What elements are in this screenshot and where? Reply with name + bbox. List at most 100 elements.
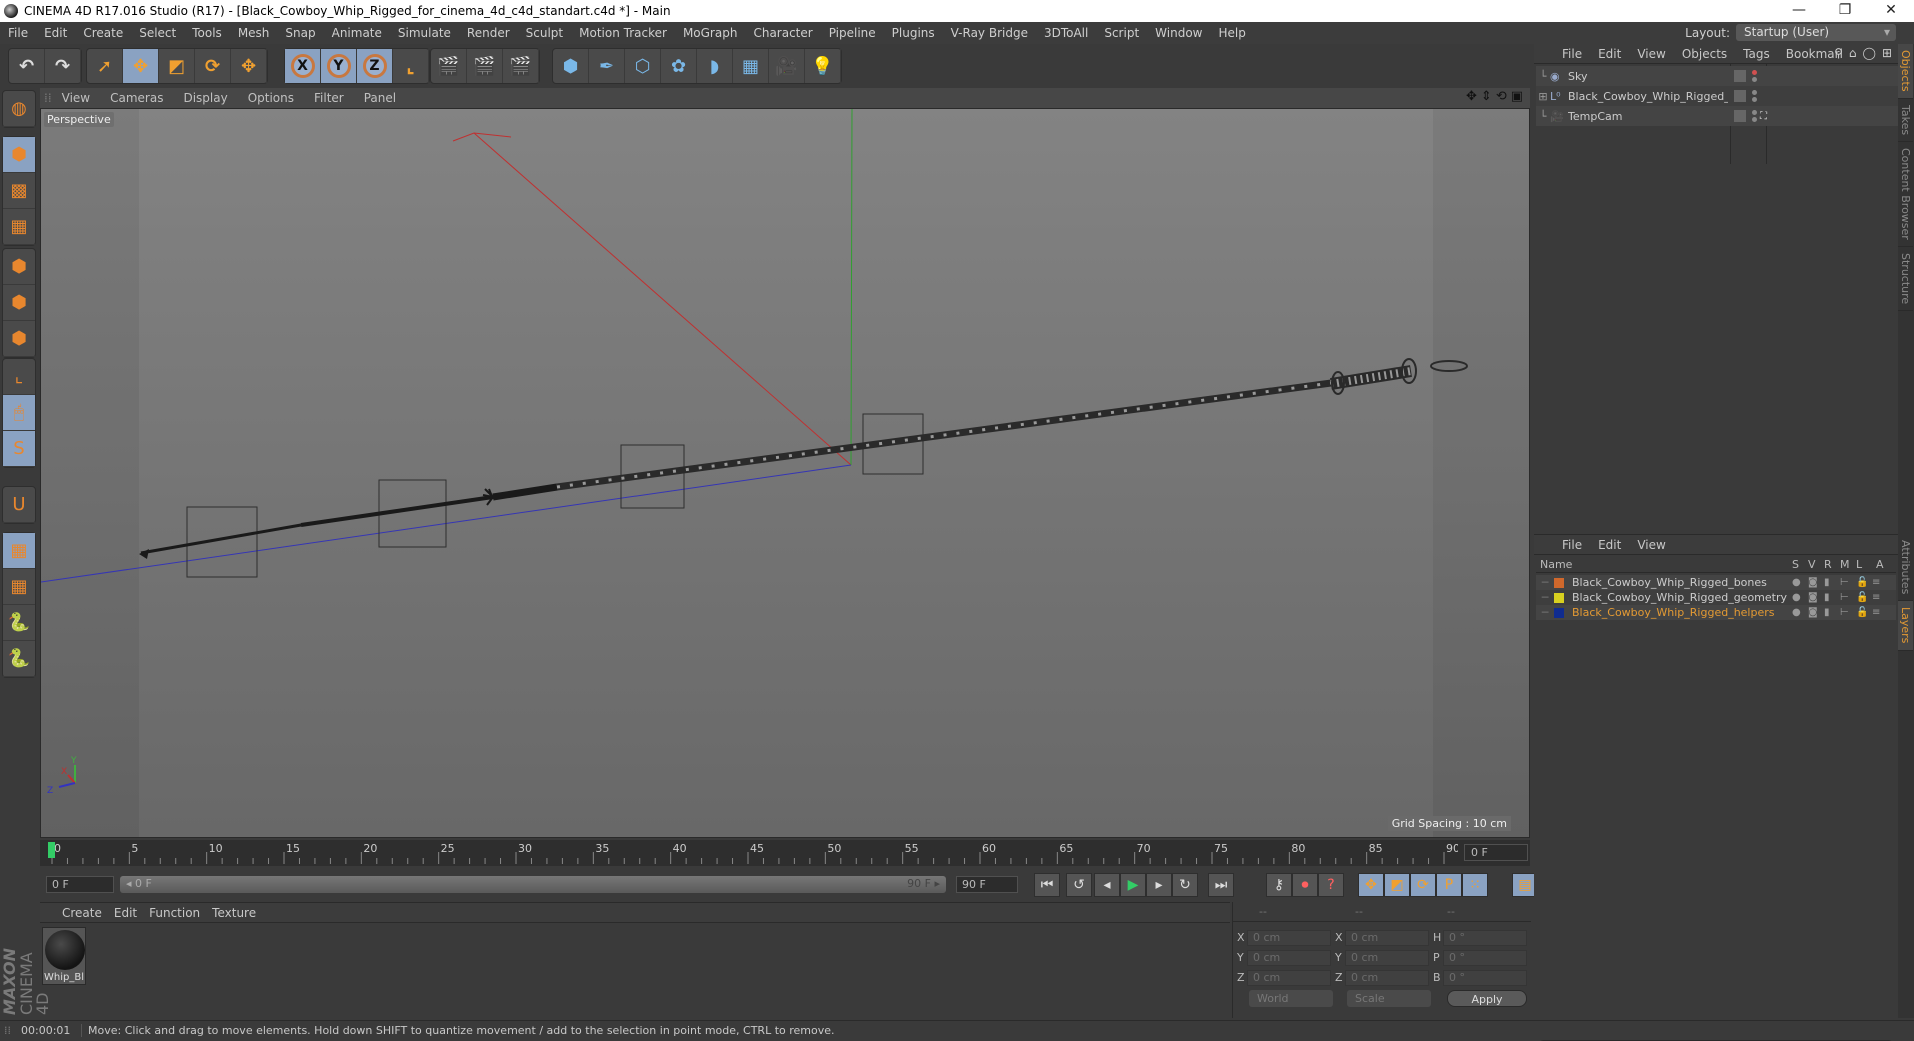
menu-select[interactable]: Select bbox=[131, 26, 184, 40]
menu-character[interactable]: Character bbox=[745, 26, 820, 40]
display-tag-icon[interactable] bbox=[1734, 110, 1746, 122]
menu-tools[interactable]: Tools bbox=[184, 26, 230, 40]
objects-menu-view[interactable]: View bbox=[1629, 47, 1673, 61]
texture-mode-button[interactable]: ▩ bbox=[3, 173, 35, 209]
key-scale-button[interactable]: ◩ bbox=[1384, 873, 1410, 897]
visible-toggle-icon[interactable]: ◙ bbox=[1808, 607, 1818, 618]
rotation-h-field[interactable]: 0 ° bbox=[1443, 930, 1527, 946]
layers-menu-view[interactable]: View bbox=[1629, 538, 1673, 552]
side-tab-layers[interactable]: Layers bbox=[1898, 601, 1913, 651]
keyframe-selection-button[interactable]: ? bbox=[1318, 873, 1344, 897]
apply-button[interactable]: Apply bbox=[1447, 990, 1527, 1007]
layer-column-m[interactable]: M bbox=[1840, 558, 1850, 571]
x-axis-lock-button[interactable]: X bbox=[285, 49, 321, 83]
object-row[interactable]: └ ◉ Sky bbox=[1536, 66, 1898, 86]
menu-window[interactable]: Window bbox=[1147, 26, 1210, 40]
position-z-field[interactable]: 0 cm bbox=[1247, 970, 1331, 986]
rotate-button[interactable]: ⟳ bbox=[195, 49, 231, 83]
keyframe-record-disabled-button[interactable]: ⚷ bbox=[1266, 873, 1292, 897]
material-menu-function[interactable]: Function bbox=[143, 906, 206, 920]
size-z-field[interactable]: 0 cm bbox=[1345, 970, 1429, 986]
lock-toggle-icon[interactable]: 🔓 bbox=[1856, 577, 1868, 588]
viewport-menu-options[interactable]: Options bbox=[238, 91, 304, 105]
deformer-bend-button[interactable]: ◗ bbox=[697, 49, 733, 83]
transform-mode-dropdown[interactable]: Scale bbox=[1347, 990, 1431, 1007]
points-mode-button[interactable]: ⬢ bbox=[3, 249, 35, 285]
object-name[interactable]: Black_Cowboy_Whip_Rigged_ bbox=[1568, 90, 1728, 103]
menu-render[interactable]: Render bbox=[459, 26, 518, 40]
object-row[interactable]: ⊞ L⁰ Black_Cowboy_Whip_Rigged_ bbox=[1536, 86, 1898, 106]
key-point-level-button[interactable]: ⁙ bbox=[1462, 873, 1488, 897]
menu-help[interactable]: Help bbox=[1210, 26, 1253, 40]
next-frame-button[interactable]: ▸ bbox=[1146, 873, 1172, 897]
viewport-menu-cameras[interactable]: Cameras bbox=[100, 91, 173, 105]
layer-row[interactable]: ─ Black_Cowboy_Whip_Rigged_bones ● ◙ ▮ ⊢ 🔓 ≡ bbox=[1536, 575, 1896, 590]
side-tab-takes[interactable]: Takes bbox=[1898, 99, 1913, 142]
menu-animate[interactable]: Animate bbox=[324, 26, 390, 40]
layer-color-swatch[interactable] bbox=[1554, 607, 1564, 618]
menu-pipeline[interactable]: Pipeline bbox=[821, 26, 884, 40]
solo-toggle-icon[interactable]: ● bbox=[1792, 592, 1801, 603]
side-tab-attributes[interactable]: Attributes bbox=[1898, 534, 1913, 602]
search-icon[interactable]: ⚲ bbox=[1834, 46, 1843, 60]
layer-name[interactable]: Black_Cowboy_Whip_Rigged_helpers bbox=[1572, 606, 1792, 619]
python-script-button[interactable]: 🐍 bbox=[3, 605, 35, 641]
timeline-ruler-bar[interactable]: 0 5 10 15 20 25 30 35 40 45 50 55 60 65 70 75 80 85 90 0 F bbox=[40, 840, 1530, 866]
axis-mode-button[interactable]: ⌞ bbox=[3, 359, 35, 395]
autokey-record-button[interactable]: ⏺ bbox=[1292, 873, 1318, 897]
render-toggle-icon[interactable]: ▮ bbox=[1824, 577, 1830, 588]
scale-button[interactable]: ◩ bbox=[159, 49, 195, 83]
dolly-view-icon[interactable]: ⇕ bbox=[1481, 89, 1492, 104]
y-axis-lock-button[interactable]: Y bbox=[321, 49, 357, 83]
edges-mode-button[interactable]: ⬢ bbox=[3, 285, 35, 321]
editor-visibility-dot[interactable] bbox=[1752, 70, 1757, 75]
make-editable-button[interactable]: ◍ bbox=[3, 91, 35, 127]
layer-column-name[interactable]: Name bbox=[1540, 558, 1572, 571]
menu-plugins[interactable]: Plugins bbox=[884, 26, 943, 40]
render-picture-viewer-button[interactable]: 🎬 bbox=[467, 49, 503, 83]
size-x-field[interactable]: 0 cm bbox=[1345, 930, 1429, 946]
visible-toggle-icon[interactable]: ◙ bbox=[1808, 577, 1818, 588]
coordinate-system-button[interactable]: ⌞ bbox=[393, 49, 429, 83]
current-frame-field[interactable]: 0 F bbox=[1464, 844, 1528, 861]
objects-menu-objects[interactable]: Objects bbox=[1674, 47, 1735, 61]
menu-simulate[interactable]: Simulate bbox=[390, 26, 459, 40]
prev-key-button[interactable]: ↺ bbox=[1066, 873, 1092, 897]
coord-system-dropdown[interactable]: World bbox=[1249, 990, 1333, 1007]
play-button[interactable]: ▶ bbox=[1120, 873, 1146, 897]
pen-spline-button[interactable]: ✒ bbox=[589, 49, 625, 83]
workplane-mode-button[interactable]: ▦ bbox=[3, 209, 35, 245]
viewport-menu-view[interactable]: View bbox=[52, 91, 100, 105]
rotate-view-icon[interactable]: ⟲ bbox=[1496, 89, 1507, 104]
editor-visibility-dot[interactable] bbox=[1752, 110, 1757, 115]
size-y-field[interactable]: 0 cm bbox=[1345, 950, 1429, 966]
z-axis-lock-button[interactable]: Z bbox=[357, 49, 393, 83]
menu-mesh[interactable]: Mesh bbox=[230, 26, 278, 40]
layer-name[interactable]: Black_Cowboy_Whip_Rigged_bones bbox=[1572, 576, 1792, 589]
material-menu-create[interactable]: Create bbox=[56, 906, 108, 920]
end-frame-field[interactable]: 90 F bbox=[956, 876, 1018, 893]
menu-script[interactable]: Script bbox=[1096, 26, 1147, 40]
new-panel-icon[interactable]: ⊞ bbox=[1882, 46, 1892, 60]
panel-grip-icon[interactable]: ⁞⁞ bbox=[44, 91, 52, 105]
render-toggle-icon[interactable]: ▮ bbox=[1824, 592, 1830, 603]
side-tab-structure[interactable]: Structure bbox=[1898, 247, 1913, 311]
lock-toggle-icon[interactable]: 🔓 bbox=[1856, 592, 1868, 603]
prev-frame-button[interactable]: ◂ bbox=[1094, 873, 1120, 897]
redo-button[interactable]: ↷ bbox=[45, 49, 81, 83]
animation-toggle-icon[interactable]: ≡ bbox=[1872, 607, 1880, 618]
workplane-lock-button[interactable]: ▦ bbox=[3, 533, 35, 569]
rotation-p-field[interactable]: 0 ° bbox=[1443, 950, 1527, 966]
live-selection-move-button[interactable]: ✥ bbox=[231, 49, 267, 83]
minimize-button[interactable]: — bbox=[1776, 0, 1822, 22]
key-position-button[interactable]: ✥ bbox=[1358, 873, 1384, 897]
render-visibility-dot[interactable] bbox=[1752, 97, 1757, 102]
object-name[interactable]: Sky bbox=[1568, 70, 1728, 83]
cube-primitive-button[interactable]: ⬢ bbox=[553, 49, 589, 83]
frame-range-slider[interactable]: ◂ 0 F 90 F ▸ bbox=[120, 876, 946, 893]
undo-button[interactable]: ↶ bbox=[9, 49, 45, 83]
menu-create[interactable]: Create bbox=[75, 26, 131, 40]
render-visibility-dot[interactable] bbox=[1752, 117, 1757, 122]
layer-column-a[interactable]: A bbox=[1876, 558, 1884, 571]
animation-toggle-icon[interactable]: ≡ bbox=[1872, 592, 1880, 603]
